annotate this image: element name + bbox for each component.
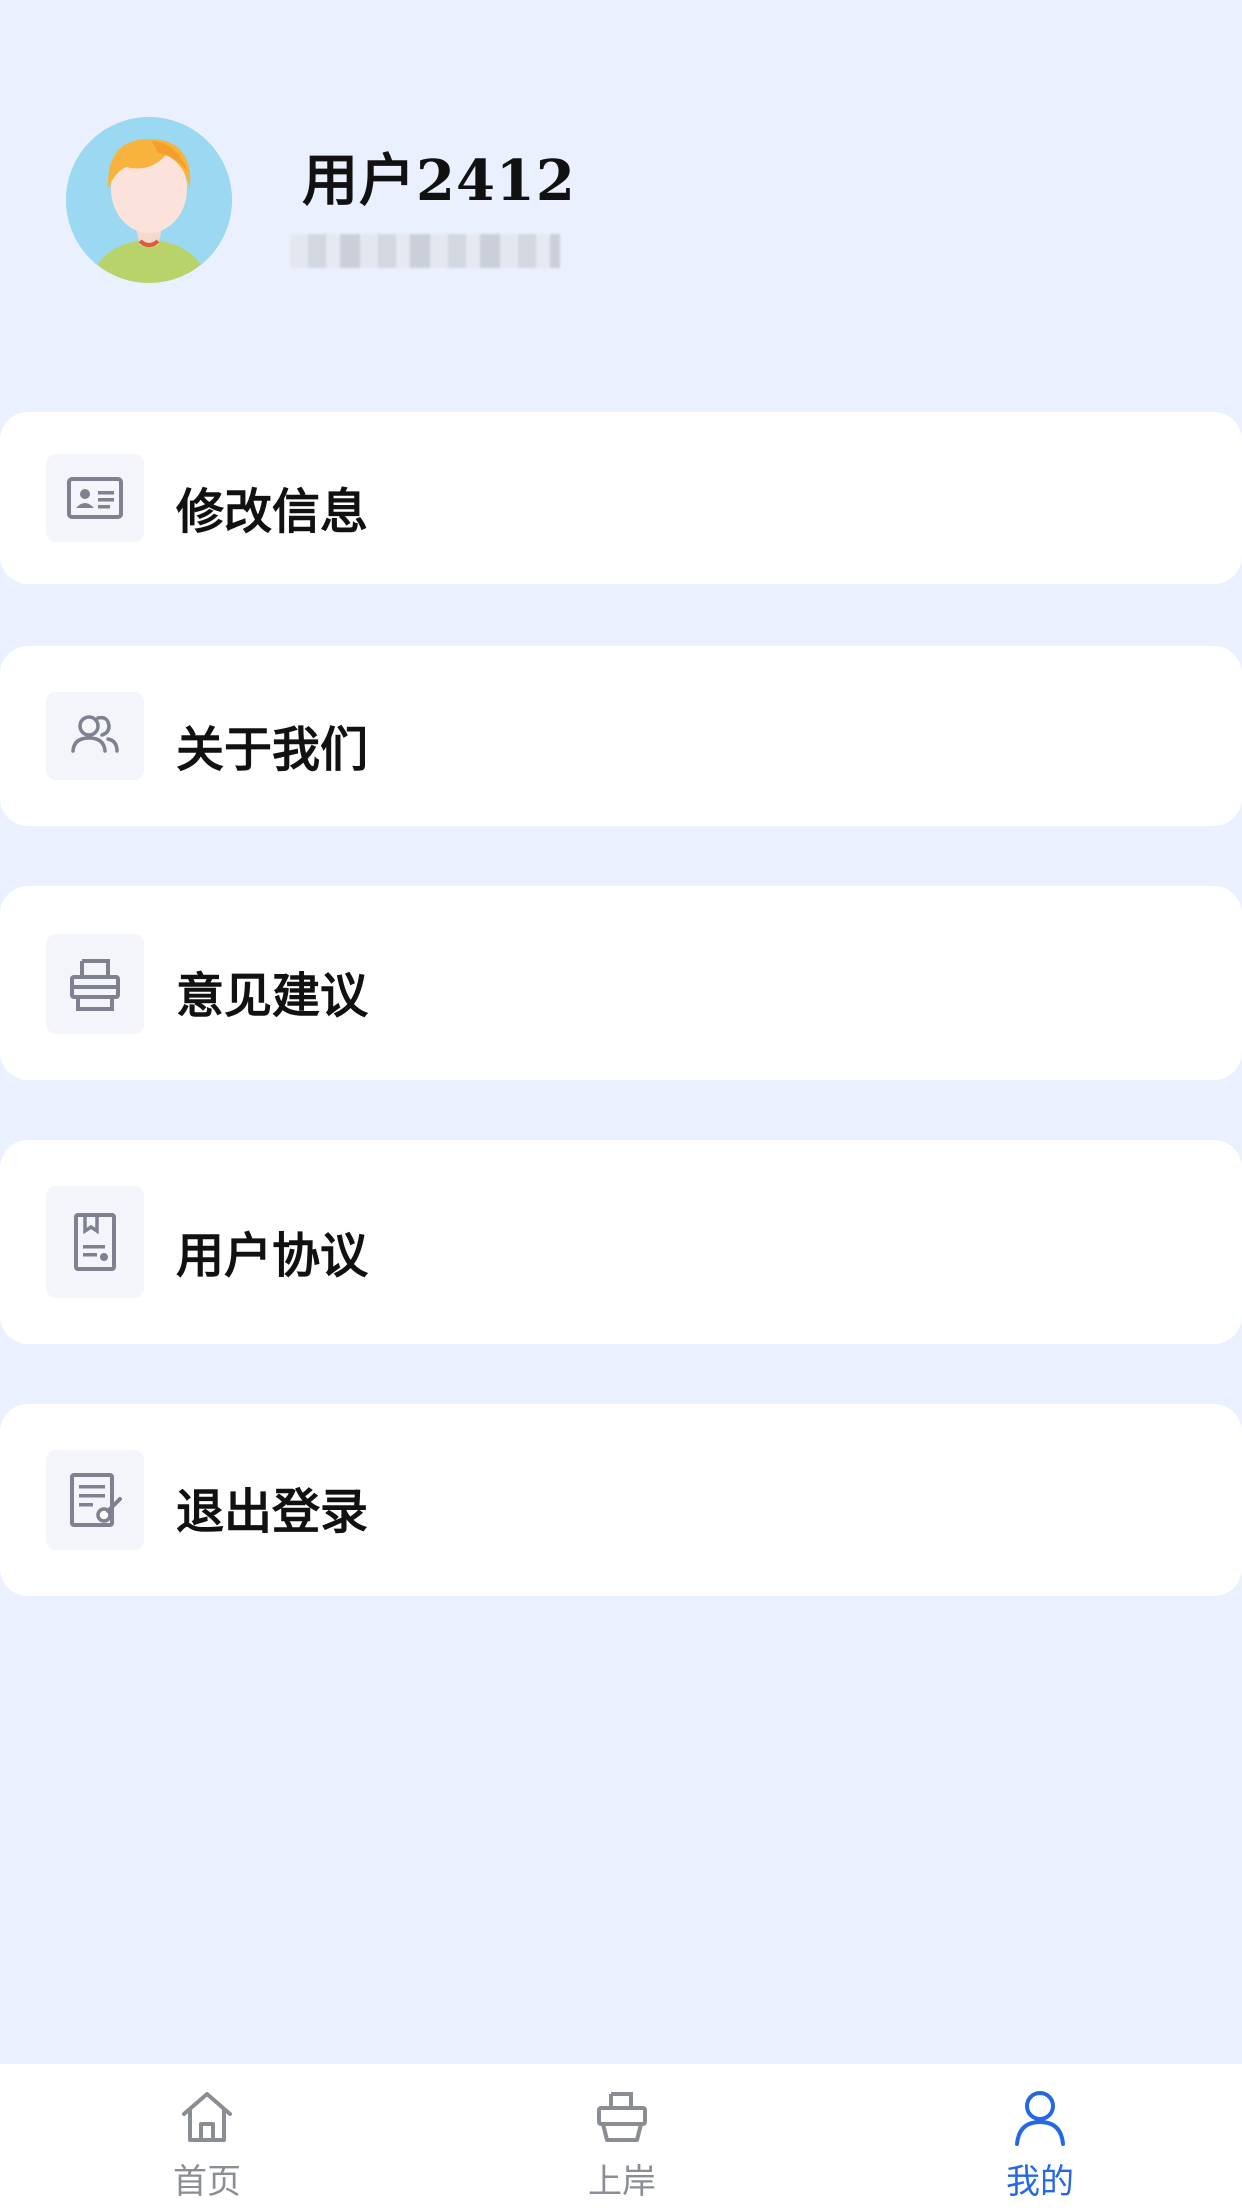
boat-icon xyxy=(597,2092,647,2142)
document-icon xyxy=(46,1186,144,1298)
users-icon xyxy=(46,692,144,780)
printer-icon xyxy=(46,934,144,1034)
bottom-tab-bar: 首页 上岸 我的 xyxy=(0,2064,1242,2208)
document-edit-icon xyxy=(46,1450,144,1550)
tab-shore[interactable]: 上岸 xyxy=(522,2064,722,2208)
menu-label: 修改信息 xyxy=(176,484,369,540)
avatar-icon xyxy=(66,117,232,283)
masked-account-id xyxy=(290,234,560,268)
tab-label: 上岸 xyxy=(588,2162,656,2202)
home-icon xyxy=(182,2092,232,2142)
tab-mine[interactable]: 我的 xyxy=(940,2064,1140,2208)
menu-item-feedback[interactable]: 意见建议 xyxy=(0,886,1242,1080)
tab-label: 我的 xyxy=(1006,2162,1074,2202)
username: 用户2412 xyxy=(302,148,576,214)
menu-item-user-agreement[interactable]: 用户协议 xyxy=(0,1140,1242,1344)
menu-label: 用户协议 xyxy=(176,1228,369,1284)
menu-label: 退出登录 xyxy=(176,1484,369,1540)
tab-label: 首页 xyxy=(173,2162,241,2202)
menu-label: 关于我们 xyxy=(176,722,369,778)
menu-item-logout[interactable]: 退出登录 xyxy=(0,1404,1242,1596)
id-card-icon xyxy=(46,454,144,542)
menu-item-edit-info[interactable]: 修改信息 xyxy=(0,412,1242,584)
menu-item-about-us[interactable]: 关于我们 xyxy=(0,646,1242,826)
tab-home[interactable]: 首页 xyxy=(107,2064,307,2208)
avatar[interactable] xyxy=(66,117,232,283)
profile-header: 用户2412 xyxy=(0,0,1242,380)
user-icon xyxy=(1015,2091,1065,2146)
menu-label: 意见建议 xyxy=(176,968,369,1024)
